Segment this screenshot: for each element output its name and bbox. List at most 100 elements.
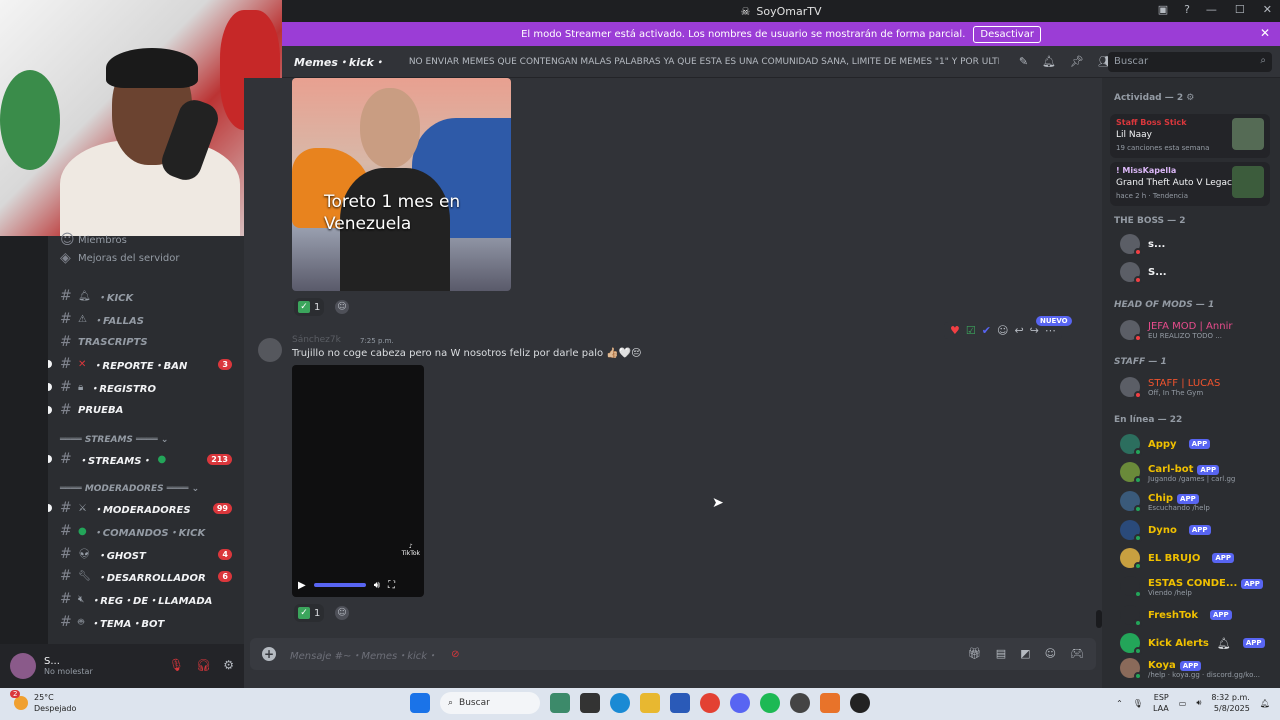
mic-muted-icon[interactable]: 🎙︎	[169, 658, 184, 672]
weather-widget[interactable]: 2 25°C Despejado	[10, 690, 76, 714]
chevron-up-icon[interactable]: ⌃	[1116, 699, 1123, 708]
channel-prueba[interactable]: # PRUEBA	[48, 400, 236, 420]
windows-start-icon[interactable]	[410, 693, 430, 713]
category-streams[interactable]: ════ STREAMS ════ ⌄	[60, 435, 168, 445]
channel-trascripts[interactable]: # TRASCRIPTS	[48, 332, 236, 352]
headset-muted-icon[interactable]: 🎧︎	[196, 658, 211, 672]
volume-icon[interactable]: 🔊︎	[374, 580, 380, 591]
member-item[interactable]: s...	[1120, 232, 1280, 256]
member-item[interactable]: Chip APP Escuchando /help	[1120, 489, 1280, 513]
store-icon[interactable]	[670, 693, 690, 713]
channel-registro[interactable]: # 🔒︎ ・REGISTRO	[48, 377, 236, 397]
channel-topic[interactable]: NO ENVIAR MEMES QUE CONTENGAN MALAS PALA…	[409, 57, 999, 67]
spotify-icon[interactable]	[760, 693, 780, 713]
game-icon[interactable]: 🎮︎	[1070, 647, 1084, 660]
folder-icon[interactable]	[640, 693, 660, 713]
warning-icon: ⚠	[78, 313, 87, 325]
gif-icon[interactable]: ▤	[996, 647, 1006, 660]
close-window-button[interactable]: ✕	[1263, 3, 1272, 16]
channel-fallas[interactable]: # ⚠ ・FALLAS	[48, 309, 236, 329]
add-reaction-icon[interactable]: ☺	[335, 606, 349, 620]
wrench-icon: 🔧︎	[78, 570, 91, 582]
close-banner-icon[interactable]: ✕	[1260, 26, 1270, 40]
app-icon[interactable]	[820, 693, 840, 713]
clock[interactable]: 8:32 p.m. 5/8/2025	[1211, 692, 1249, 714]
message-text: Trujillo no coge cabeza pero na W nosotr…	[292, 348, 642, 359]
member-item[interactable]: Koya APP/help · koya.gg · discord.gg/ko..…	[1120, 656, 1280, 680]
bell-icon[interactable]: 🔔︎	[1042, 55, 1056, 68]
volume-icon[interactable]: 🔊︎	[1196, 698, 1201, 708]
robot-icon: 🤖︎	[78, 617, 84, 628]
channel-reporte-ban[interactable]: # ✕ ・REPORTE・BAN 3	[48, 354, 236, 374]
reaction-check[interactable]: ✓ 1	[294, 604, 325, 622]
member-item[interactable]: ESTAS CONDE... APP Viendo /help	[1120, 574, 1280, 598]
emoji-picker-icon[interactable]: ☺	[1045, 647, 1056, 660]
channel-desarrollador[interactable]: # 🔧︎ ・DESARROLLADOR 6	[48, 566, 236, 586]
deactivate-button[interactable]: Desactivar	[973, 25, 1041, 43]
video-progress[interactable]	[313, 583, 366, 587]
unread-badge: 3	[218, 358, 232, 370]
green-dot-icon: ●	[157, 453, 167, 465]
activity-card[interactable]: ! MissKapella Grand Theft Auto V Legacy …	[1110, 162, 1270, 206]
reaction-check[interactable]: ✓ 1	[294, 298, 325, 316]
app-icon[interactable]	[850, 693, 870, 713]
terminal-icon[interactable]	[580, 693, 600, 713]
add-reaction-icon[interactable]: ☺	[335, 300, 349, 314]
member-item[interactable]: Appy APP	[1120, 432, 1280, 456]
sidebar-item-boosts[interactable]: ◈ Mejoras del servidor	[48, 248, 236, 268]
member-item[interactable]: S...	[1120, 260, 1280, 284]
member-item[interactable]: FreshTok APP	[1120, 603, 1280, 627]
activity-card[interactable]: Staff Boss Stick Lil Naay 19 canciones e…	[1110, 114, 1270, 158]
channel-comandos-kick[interactable]: # ● ・COMANDOS・KICK	[48, 521, 236, 541]
member-item[interactable]: EL BRUJO APP	[1120, 546, 1280, 570]
channel-moderadores[interactable]: # ⚔ ・MODERADORES 99	[48, 498, 236, 518]
avatar[interactable]	[10, 653, 36, 679]
play-icon[interactable]: ▶	[298, 580, 306, 591]
sticker-icon[interactable]: ◩	[1020, 647, 1030, 660]
inbox-icon[interactable]: ▣	[1158, 3, 1168, 16]
video-player[interactable]: ♪ TikTok ▶ 🔊︎ ⛶	[292, 365, 424, 597]
member-item[interactable]: JEFA MOD | Annir EU REALIZO TODO ...	[1120, 318, 1280, 342]
notifications-icon[interactable]: 🔔︎	[1260, 699, 1270, 708]
avatar[interactable]	[258, 338, 282, 362]
member-item[interactable]: STAFF | LUCAS Off, In The Gym	[1120, 375, 1280, 399]
discord-icon[interactable]	[730, 693, 750, 713]
hash-icon: #	[60, 614, 72, 630]
fullscreen-icon[interactable]: ⛶	[388, 580, 395, 591]
gift-icon[interactable]: 🎁︎	[968, 647, 982, 660]
edge-icon[interactable]	[610, 693, 630, 713]
message-author[interactable]: Sánchez7k	[292, 335, 341, 345]
maximize-button[interactable]: ☐	[1235, 3, 1245, 16]
channel-tema-bot[interactable]: # 🤖︎ ・TEMA・BOT	[48, 612, 236, 632]
user-status: No molestar	[44, 667, 93, 676]
pin-icon[interactable]: 📌︎	[1070, 55, 1084, 68]
app-icon[interactable]	[550, 693, 570, 713]
message-input[interactable]: + Mensaje #~・Memes・kick・ ⊘ 🎁︎ ▤ ◩ ☺ 🎮︎	[250, 638, 1096, 670]
hash-icon: #	[60, 356, 72, 372]
member-item[interactable]: Kick Alerts 🔔︎ APP	[1120, 631, 1280, 655]
channel-kick[interactable]: # 🔔︎ ・KICK	[48, 286, 236, 306]
taskbar-search[interactable]: ⌕ Buscar	[440, 692, 540, 714]
obs-icon[interactable]	[790, 693, 810, 713]
minimize-button[interactable]: —	[1206, 3, 1217, 16]
network-icon[interactable]: ▭	[1179, 699, 1187, 708]
people-icon: ☺	[60, 232, 75, 248]
meme-image[interactable]: Toreto 1 mes en Venezuela	[292, 78, 511, 291]
sidebar-item-members[interactable]: ☺ Miembros	[48, 230, 236, 250]
channel-reg-de-llamada[interactable]: # 🔇︎ ・REG・DE・LLAMADA	[48, 589, 236, 609]
member-item[interactable]: Dyno APP	[1120, 518, 1280, 542]
game-thumbnail	[1232, 166, 1264, 198]
chrome-icon[interactable]	[700, 693, 720, 713]
help-icon[interactable]: ?	[1184, 3, 1190, 16]
channel-ghost[interactable]: # 👽︎ ・GHOST 4	[48, 544, 236, 564]
plus-icon[interactable]: +	[262, 647, 276, 661]
mic-icon[interactable]: 🎙︎	[1133, 699, 1143, 708]
composer: + Mensaje #~・Memes・kick・ ⊘ 🎁︎ ▤ ◩ ☺ 🎮︎	[244, 628, 1102, 688]
message-list: Toreto 1 mes en Venezuela ✓ 1 ☺ ♥ ☑ ✔ ☺ ↩…	[244, 78, 1102, 628]
search-input[interactable]: Buscar ⌕	[1108, 52, 1272, 72]
channel-streams[interactable]: # ・STREAMS・ ● 213	[48, 449, 236, 469]
threads-icon[interactable]: ✎	[1019, 55, 1028, 68]
category-moderadores[interactable]: ════ MODERADORES ════ ⌄	[60, 484, 199, 494]
gear-icon[interactable]: ⚙	[223, 658, 234, 672]
member-item[interactable]: Carl-bot APP Jugando /games | carl.gg	[1120, 460, 1280, 484]
